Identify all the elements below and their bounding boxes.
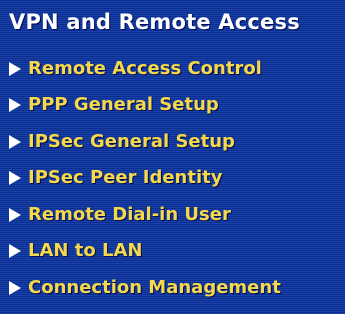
menu-item-label[interactable]: PPP General Setup	[28, 94, 219, 115]
menu-item-label[interactable]: Remote Access Control	[28, 58, 262, 79]
vpn-remote-access-menu: VPN and Remote Access Remote Access Cont…	[0, 0, 345, 314]
menu-item-remote-access-control[interactable]: Remote Access Control	[9, 50, 281, 87]
menu-item-remote-dial-in-user[interactable]: Remote Dial-in User	[9, 196, 281, 233]
menu-item-label[interactable]: LAN to LAN	[28, 240, 142, 261]
menu-item-ppp-general-setup[interactable]: PPP General Setup	[9, 87, 281, 124]
menu-item-connection-management[interactable]: Connection Management	[9, 269, 281, 306]
menu-item-ipsec-peer-identity[interactable]: IPSec Peer Identity	[9, 160, 281, 197]
right-arrow-icon	[9, 171, 21, 186]
menu-item-label[interactable]: Connection Management	[28, 277, 281, 298]
menu-item-label[interactable]: Remote Dial-in User	[28, 204, 231, 225]
right-arrow-icon	[9, 280, 21, 295]
menu-list: Remote Access Control PPP General Setup …	[9, 50, 281, 306]
menu-item-label[interactable]: IPSec Peer Identity	[28, 167, 222, 188]
menu-title: VPN and Remote Access	[9, 10, 300, 34]
right-arrow-icon	[9, 207, 21, 222]
menu-item-label[interactable]: IPSec General Setup	[28, 131, 235, 152]
right-arrow-icon	[9, 61, 21, 76]
right-arrow-icon	[9, 134, 21, 149]
menu-item-ipsec-general-setup[interactable]: IPSec General Setup	[9, 123, 281, 160]
right-arrow-icon	[9, 244, 21, 259]
menu-item-lan-to-lan[interactable]: LAN to LAN	[9, 233, 281, 270]
right-arrow-icon	[9, 98, 21, 113]
